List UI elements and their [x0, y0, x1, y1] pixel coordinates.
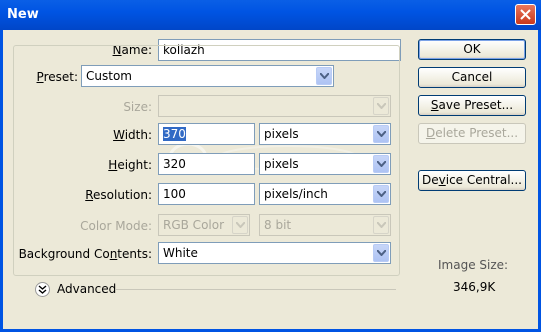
chevron-down-icon: [377, 103, 386, 109]
preset-dropdown-button[interactable]: [316, 67, 332, 85]
height-label-text: eight:: [117, 158, 152, 172]
height-value: 320: [163, 157, 186, 171]
color-mode-select: RGB Color: [158, 214, 250, 236]
chevron-down-icon: [236, 222, 245, 228]
resolution-unit-select[interactable]: pixels/inch: [259, 183, 391, 205]
save-preset-key: S: [430, 98, 439, 112]
resolution-value: 100: [163, 187, 186, 201]
device-central-key: v: [438, 173, 446, 187]
preset-label-text: reset:: [43, 70, 78, 84]
resolution-label-text: esolution:: [93, 188, 152, 202]
height-unit-select[interactable]: pixels: [259, 153, 391, 175]
delete-preset-label: elete Preset...: [435, 126, 519, 140]
resolution-unit-value: pixels/inch: [264, 187, 328, 201]
cancel-button-label: Cancel: [451, 70, 493, 84]
color-mode-label: Color Mode:: [80, 219, 152, 233]
background-label-rest: tents:: [117, 247, 152, 261]
chevron-down-icon: [320, 73, 329, 79]
bit-depth-value: 8 bit: [264, 218, 292, 232]
background-contents-value: White: [163, 246, 198, 260]
chevron-down-icon: [377, 161, 386, 167]
close-button[interactable]: [515, 4, 536, 25]
height-label-key: H: [108, 158, 118, 172]
advanced-divider: [116, 289, 396, 290]
size-select: [158, 95, 391, 117]
width-field[interactable]: 370: [158, 123, 255, 145]
resolution-field[interactable]: 100: [158, 183, 255, 205]
width-label: Width:: [90, 128, 152, 142]
preset-label: Preset:: [20, 70, 80, 84]
size-dropdown-button: [373, 97, 389, 115]
width-label-text: idth:: [124, 128, 152, 142]
width-label-key: W: [113, 128, 125, 142]
background-contents-dropdown-button[interactable]: [373, 244, 389, 262]
close-icon: [520, 9, 531, 20]
preset-select[interactable]: Custom: [81, 65, 334, 87]
preset-label-key: P: [36, 70, 44, 84]
image-size-label: Image Size:: [438, 258, 509, 272]
color-mode-dropdown-button: [232, 216, 248, 234]
height-field[interactable]: 320: [158, 153, 255, 175]
size-label: Size:: [123, 100, 152, 114]
ok-button[interactable]: OK: [418, 39, 526, 60]
background-contents-select[interactable]: White: [158, 242, 391, 264]
delete-preset-button: Delete Preset...: [418, 123, 526, 144]
chevron-down-icon: [377, 191, 386, 197]
bit-depth-dropdown-button: [373, 216, 389, 234]
height-unit-dropdown-button[interactable]: [373, 155, 389, 173]
double-chevron-down-icon: [38, 285, 47, 294]
advanced-toggle-button[interactable]: [35, 282, 50, 297]
chevron-down-icon: [377, 222, 386, 228]
save-preset-button[interactable]: Save Preset...: [418, 95, 526, 116]
save-preset-label: ave Preset...: [438, 98, 514, 112]
preset-value: Custom: [86, 69, 132, 83]
cancel-button[interactable]: Cancel: [418, 67, 526, 88]
chevron-down-icon: [377, 131, 386, 137]
width-unit-dropdown-button[interactable]: [373, 125, 389, 143]
width-unit-select[interactable]: pixels: [259, 123, 391, 145]
chevron-down-icon: [377, 250, 386, 256]
device-central-label: ice Central...: [445, 173, 522, 187]
background-label-pre: Background Co: [18, 247, 110, 261]
color-mode-value: RGB Color: [163, 218, 225, 232]
resolution-label: Resolution:: [70, 188, 152, 202]
background-contents-label: Background Contents:: [16, 247, 152, 261]
delete-preset-key: D: [425, 126, 436, 140]
new-document-dialog: New Name: kollazh Preset: Custom Size: W…: [0, 0, 541, 332]
dialog-title: New: [7, 7, 39, 22]
title-bar[interactable]: New: [0, 0, 541, 31]
width-unit-value: pixels: [264, 127, 299, 141]
resolution-unit-dropdown-button[interactable]: [373, 185, 389, 203]
resolution-label-key: R: [85, 188, 94, 202]
image-size-value: 346,9K: [453, 280, 496, 294]
ok-button-label: OK: [463, 42, 481, 56]
device-central-pre: De: [422, 173, 439, 187]
height-unit-value: pixels: [264, 157, 299, 171]
width-value: 370: [163, 127, 186, 141]
bit-depth-select: 8 bit: [259, 214, 391, 236]
height-label: Height:: [90, 158, 152, 172]
advanced-label[interactable]: Advanced: [57, 282, 116, 296]
device-central-button[interactable]: Device Central...: [418, 170, 526, 191]
